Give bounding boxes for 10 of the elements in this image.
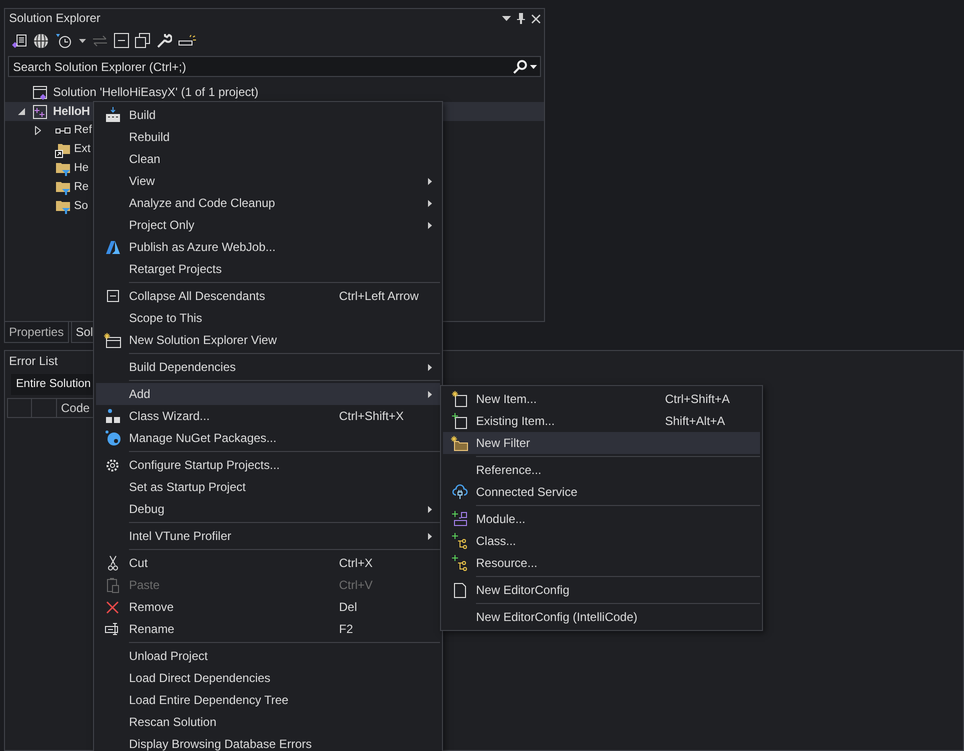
panel-title: Solution Explorer: [9, 10, 100, 27]
shortcut-label: Ctrl+X: [339, 556, 373, 570]
shortcut-label: Ctrl+V: [339, 578, 373, 592]
panel-title: Error List: [9, 354, 58, 368]
shortcut-label: Ctrl+Shift+X: [339, 409, 404, 423]
shortcut-label: Shift+Alt+A: [665, 414, 726, 428]
shortcut-label: Del: [339, 600, 358, 614]
shortcut-label: Ctrl+Shift+A: [665, 392, 730, 406]
shortcut-label: Ctrl+Left Arrow: [339, 289, 419, 303]
shortcut-label: F2: [339, 622, 354, 636]
